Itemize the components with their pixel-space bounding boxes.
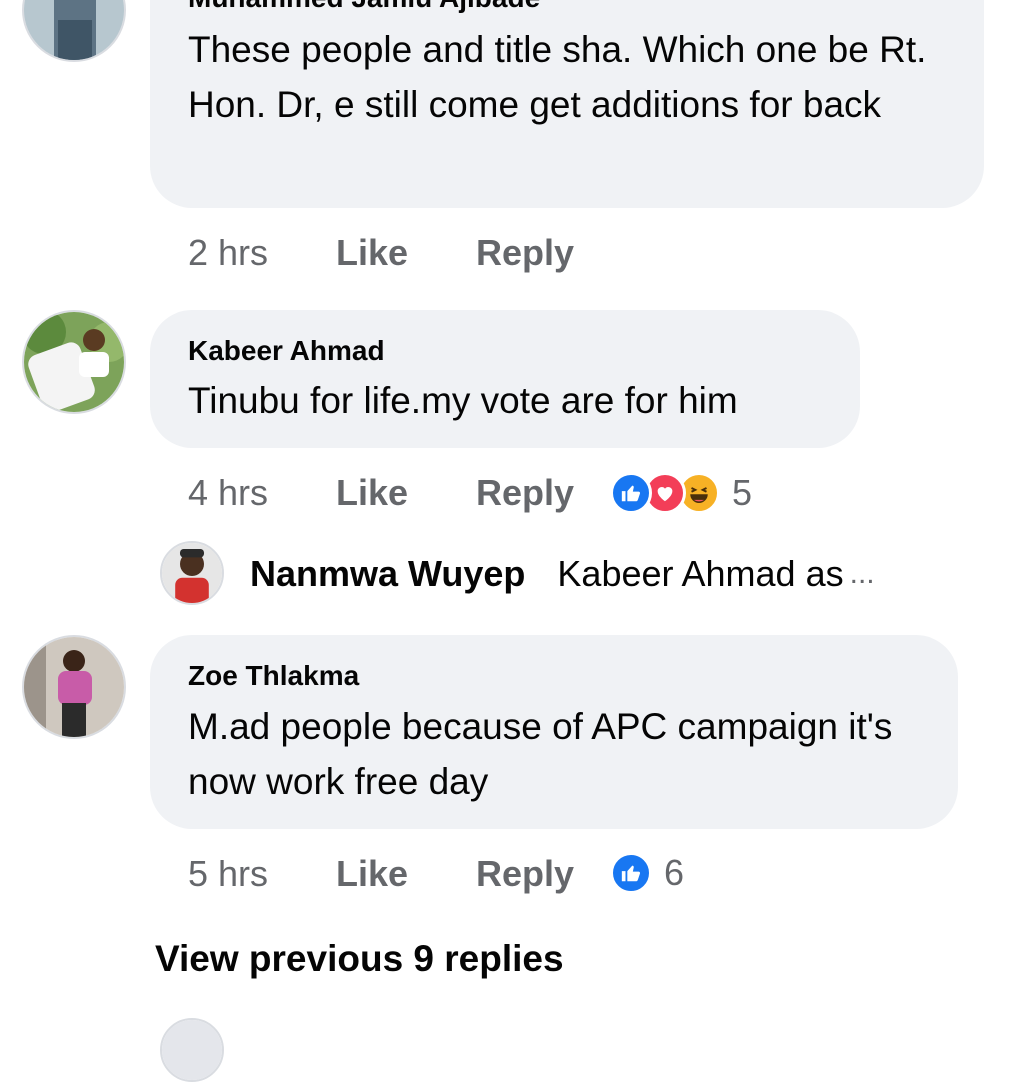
commenter-avatar[interactable] [22, 0, 126, 62]
reply-text: Kabeer Ahmad as [557, 553, 844, 594]
reply-button[interactable]: Reply [476, 472, 574, 514]
view-previous-replies-link[interactable]: View previous 9 replies [155, 938, 564, 980]
comment-text: These people and title sha. Which one be… [188, 29, 927, 125]
reply-preview[interactable]: Nanmwa Wuyep Kabeer Ahmad as ... [250, 553, 875, 595]
avatar-photo [162, 543, 222, 603]
avatar-photo [24, 637, 124, 737]
comment-actions: 5 hrs Like Reply [188, 849, 828, 899]
commenter-avatar[interactable] [160, 1018, 224, 1082]
like-icon [610, 472, 652, 514]
comment-timestamp[interactable]: 4 hrs [188, 472, 268, 514]
avatar-photo [24, 312, 124, 412]
comment-timestamp[interactable]: 2 hrs [188, 232, 268, 274]
reply-button[interactable]: Reply [476, 853, 574, 895]
like-icon [610, 852, 652, 894]
reply-button[interactable]: Reply [476, 232, 574, 274]
like-button[interactable]: Like [336, 472, 408, 514]
avatar-photo [24, 0, 124, 60]
commenter-avatar[interactable] [22, 635, 126, 739]
comment-text: Tinubu for life.my vote are for him [188, 380, 738, 421]
comment-timestamp[interactable]: 5 hrs [188, 853, 268, 895]
reaction-count: 6 [664, 852, 685, 893]
comment-author[interactable]: Kabeer Ahmad [188, 335, 385, 367]
reply-ellipsis: ... [849, 557, 875, 590]
comment-actions: 2 hrs Like Reply [188, 228, 688, 278]
comment-text: M.ad people because of APC campaign it's… [188, 706, 893, 802]
reply-avatar[interactable] [160, 541, 224, 605]
commenter-avatar[interactable] [22, 310, 126, 414]
reaction-summary[interactable]: 5 [610, 472, 752, 514]
reply-author[interactable]: Nanmwa Wuyep [250, 553, 525, 595]
reaction-summary[interactable]: 6 [610, 852, 684, 894]
like-button[interactable]: Like [336, 853, 408, 895]
avatar-photo [162, 1020, 222, 1080]
reaction-count: 5 [732, 472, 753, 513]
comment-author[interactable]: Zoe Thlakma [188, 660, 359, 692]
like-button[interactable]: Like [336, 232, 408, 274]
comment-author[interactable]: Muhammed Jamiu Ajibade [188, 0, 540, 14]
